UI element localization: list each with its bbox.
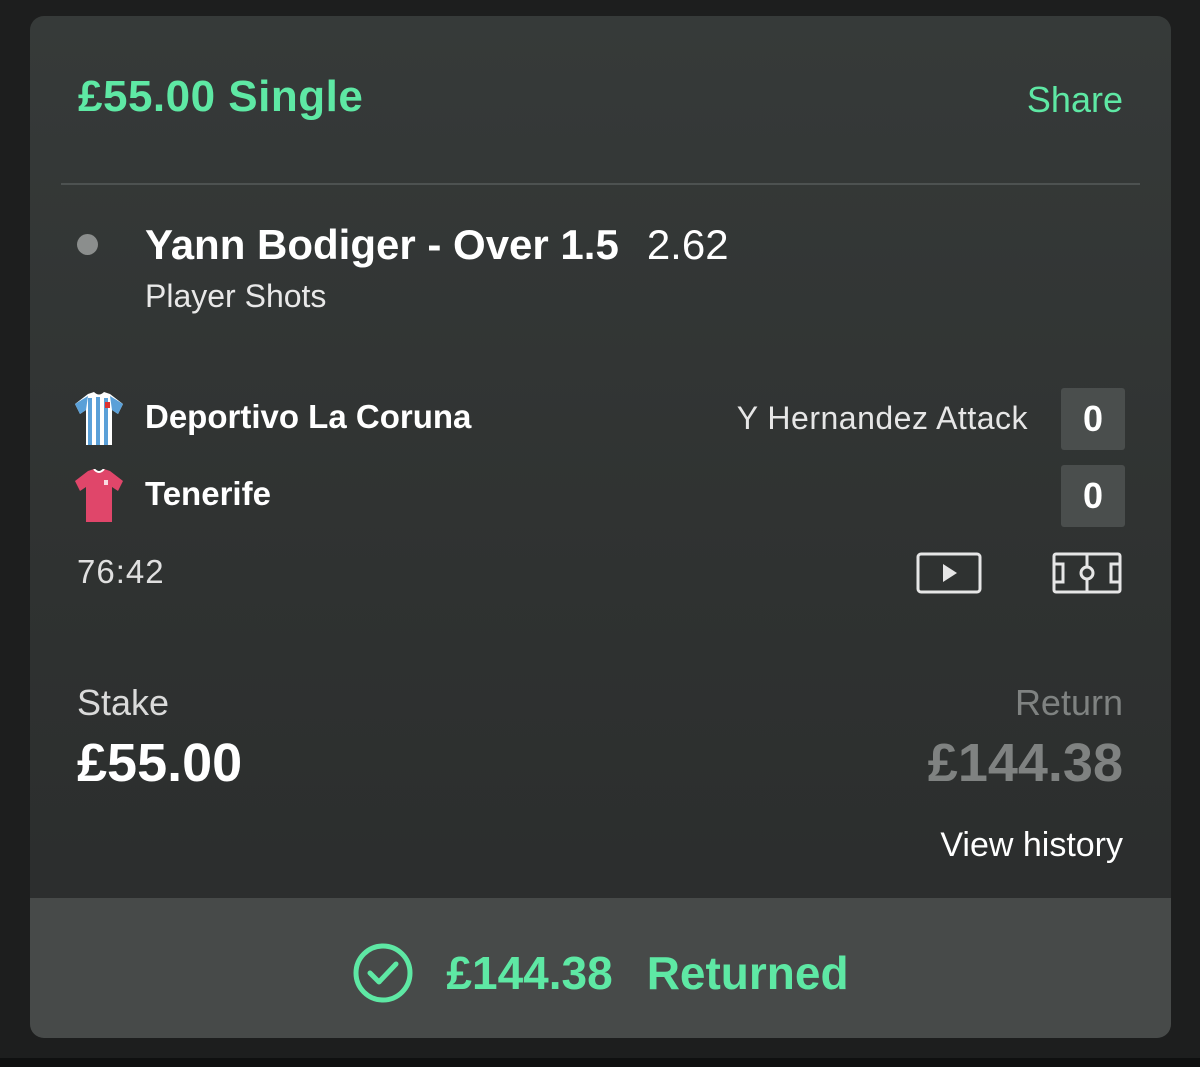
- bet-title: £55.00 Single: [78, 72, 364, 121]
- return-label: Return: [1014, 682, 1123, 723]
- returned-label: Returned: [646, 947, 849, 999]
- returned-status: £144.38 Returned: [30, 942, 1171, 1004]
- market-name: Player Shots: [145, 278, 327, 314]
- view-history-link[interactable]: View history: [940, 826, 1123, 865]
- stake-label: Stake: [77, 682, 170, 723]
- pitch-icon[interactable]: [1052, 552, 1122, 594]
- share-button[interactable]: Share: [1027, 79, 1123, 121]
- selection-status-dot: [77, 234, 98, 255]
- selection-name: Yann Bodiger - Over 1.5: [145, 221, 619, 268]
- home-team-row: Deportivo La Coruna Y Hernandez Attack 0: [74, 388, 1125, 450]
- match-clock: 76:42: [77, 553, 165, 590]
- returned-amount: £144.38: [446, 947, 613, 999]
- selection-odds: 2.62: [646, 221, 729, 268]
- event-note: Y Hernandez Attack: [736, 400, 1028, 436]
- home-score: 0: [1061, 388, 1125, 450]
- bet-header: £55.00 Single Share: [30, 16, 1171, 184]
- away-score: 0: [1061, 465, 1125, 527]
- bet-card: £55.00 Single Share Yann Bodiger - Over …: [30, 16, 1171, 1038]
- return-value: £144.38: [927, 733, 1123, 793]
- bottom-strip: [0, 1058, 1200, 1067]
- away-team-row: Tenerife 0: [74, 465, 1125, 527]
- home-team-name: Deportivo La Coruna: [145, 398, 472, 435]
- away-team-name: Tenerife: [145, 475, 271, 512]
- away-shirt-icon: [75, 469, 123, 522]
- home-shirt-icon: [75, 392, 123, 445]
- divider: [61, 183, 1140, 185]
- check-circle-icon: [353, 943, 413, 1003]
- selection-row: Yann Bodiger - Over 1.5 2.62: [145, 221, 729, 269]
- stake-value: £55.00: [77, 733, 243, 793]
- video-play-icon[interactable]: [916, 552, 982, 594]
- returned-footer: £144.38 Returned: [30, 898, 1171, 1038]
